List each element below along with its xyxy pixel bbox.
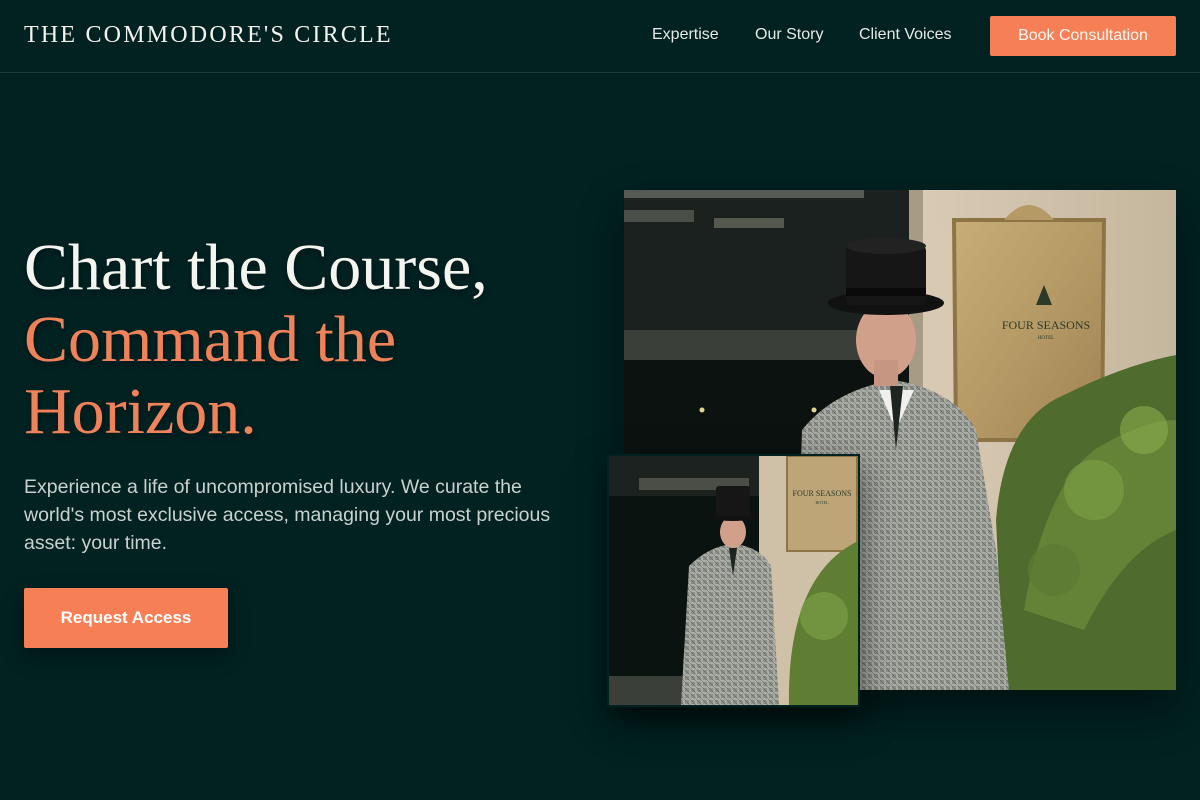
page: THE COMMODORE'S CIRCLE Expertise Our Sto… xyxy=(0,0,1200,800)
nav-link-expertise[interactable]: Expertise xyxy=(652,26,719,44)
nav-link-client-voices[interactable]: Client Voices xyxy=(859,26,952,44)
headline-line-1: Chart the Course, xyxy=(24,231,488,304)
hero-headline: Chart the Course, Command the Horizon. xyxy=(24,232,584,448)
book-consultation-button[interactable]: Book Consultation xyxy=(990,16,1176,56)
plaque-text-main: FOUR SEASONS xyxy=(1002,318,1090,332)
hero-subtext: Experience a life of uncompromised luxur… xyxy=(24,476,551,554)
request-access-button[interactable]: Request Access xyxy=(24,588,228,648)
brand-logo[interactable]: THE COMMODORE'S CIRCLE xyxy=(24,22,393,49)
headline-line-2: Command the xyxy=(24,303,397,376)
plaque-text-small: FOUR SEASONS xyxy=(793,489,852,498)
headline-line-3: Horizon. xyxy=(24,375,257,448)
plaque-subtext-main: HOTEL xyxy=(1038,336,1054,341)
top-nav: THE COMMODORE'S CIRCLE Expertise Our Sto… xyxy=(0,0,1200,73)
hero-photo-small: FOUR SEASONS HOTEL xyxy=(607,454,860,707)
plaque-subtext-small: HOTEL xyxy=(815,500,829,505)
nav-link-our-story[interactable]: Our Story xyxy=(755,26,823,44)
